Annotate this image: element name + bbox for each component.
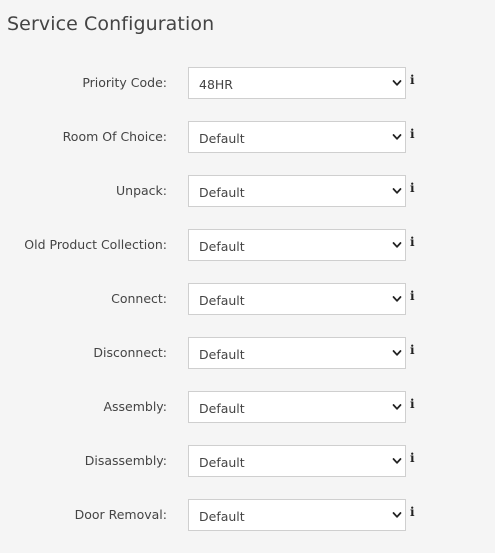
priority-code-selected-value: 48HR — [199, 77, 233, 92]
room-of-choice-selected-value: Default — [199, 131, 245, 146]
disassembly-label: Disassembly: — [84, 453, 167, 468]
disconnect-selected-value: Default — [199, 347, 245, 362]
room-of-choice-select[interactable]: Default — [188, 121, 406, 153]
info-icon[interactable]: i — [410, 290, 415, 302]
info-icon[interactable]: i — [410, 506, 415, 518]
chevron-down-icon — [392, 512, 402, 518]
info-icon[interactable]: i — [410, 452, 415, 464]
disassembly-selected-value: Default — [199, 455, 245, 470]
disassembly-select[interactable]: Default — [188, 445, 406, 477]
info-icon[interactable]: i — [410, 344, 415, 356]
assembly-select[interactable]: Default — [188, 391, 406, 423]
disconnect-label: Disconnect: — [93, 345, 167, 360]
form-row-priority-code: Priority Code: 48HR i — [0, 67, 495, 121]
assembly-selected-value: Default — [199, 401, 245, 416]
chevron-down-icon — [392, 350, 402, 356]
chevron-down-icon — [392, 188, 402, 194]
form-row-door-removal: Door Removal: Default i — [0, 499, 495, 553]
chevron-down-icon — [392, 80, 402, 86]
unpack-selected-value: Default — [199, 185, 245, 200]
chevron-down-icon — [392, 134, 402, 140]
info-icon[interactable]: i — [410, 398, 415, 410]
old-product-collection-selected-value: Default — [199, 239, 245, 254]
connect-select[interactable]: Default — [188, 283, 406, 315]
service-configuration-form: Priority Code: 48HR i Room Of Choice: Defaul… — [0, 67, 495, 553]
chevron-down-icon — [392, 242, 402, 248]
door-removal-label: Door Removal: — [74, 507, 167, 522]
form-row-disassembly: Disassembly: Default i — [0, 445, 495, 499]
unpack-select[interactable]: Default — [188, 175, 406, 207]
unpack-label: Unpack: — [116, 183, 167, 198]
connect-label: Connect: — [111, 291, 167, 306]
chevron-down-icon — [392, 296, 402, 302]
info-icon[interactable]: i — [410, 74, 415, 86]
disconnect-select[interactable]: Default — [188, 337, 406, 369]
door-removal-select[interactable]: Default — [188, 499, 406, 531]
form-row-disconnect: Disconnect: Default i — [0, 337, 495, 391]
chevron-down-icon — [392, 458, 402, 464]
room-of-choice-label: Room Of Choice: — [62, 129, 167, 144]
assembly-label: Assembly: — [103, 399, 167, 414]
info-icon[interactable]: i — [410, 182, 415, 194]
old-product-collection-select[interactable]: Default — [188, 229, 406, 261]
form-row-old-product-collection: Old Product Collection: Default i — [0, 229, 495, 283]
page-title: Service Configuration — [7, 13, 215, 35]
form-row-connect: Connect: Default i — [0, 283, 495, 337]
form-row-assembly: Assembly: Default i — [0, 391, 495, 445]
info-icon[interactable]: i — [410, 236, 415, 248]
connect-selected-value: Default — [199, 293, 245, 308]
priority-code-select[interactable]: 48HR — [188, 67, 406, 99]
chevron-down-icon — [392, 404, 402, 410]
door-removal-selected-value: Default — [199, 509, 245, 524]
old-product-collection-label: Old Product Collection: — [24, 237, 167, 252]
form-row-room-of-choice: Room Of Choice: Default i — [0, 121, 495, 175]
info-icon[interactable]: i — [410, 128, 415, 140]
form-row-unpack: Unpack: Default i — [0, 175, 495, 229]
priority-code-label: Priority Code: — [82, 75, 167, 90]
